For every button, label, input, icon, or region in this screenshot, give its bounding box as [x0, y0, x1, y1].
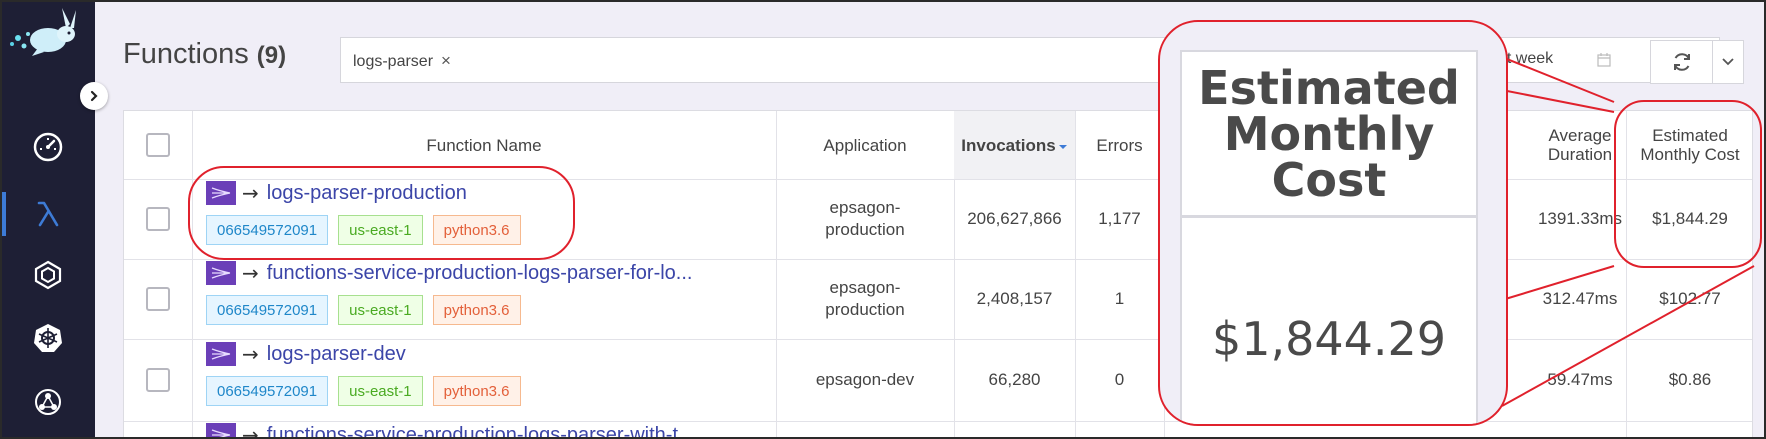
dashboard-gauge-icon[interactable]: [29, 128, 67, 166]
column-header-application[interactable]: Application: [776, 111, 954, 179]
function-tags: 066549572091 us-east-1 python3.6: [206, 295, 521, 325]
column-header-invocations-label: Invocations: [961, 135, 1056, 155]
errors-cell: 1,177: [1098, 209, 1141, 228]
function-tags: 066549572091 us-east-1 python3.6: [206, 376, 521, 406]
invocations-cell: 206,627,866: [967, 209, 1062, 228]
chevron-down-icon: [1722, 58, 1734, 66]
function-name[interactable]: functions-service-production-logs-parser…: [267, 424, 678, 438]
select-all-checkbox[interactable]: [146, 133, 170, 157]
application-cell: epsagon-production: [825, 278, 905, 319]
calendar-icon[interactable]: [1597, 52, 1611, 71]
region-tag[interactable]: us-east-1: [338, 295, 423, 325]
runtime-tag[interactable]: python3.6: [432, 376, 521, 406]
lambda-function-icon: [206, 423, 236, 437]
cost-highlight: [1614, 100, 1762, 268]
application-cell: epsagon-production: [825, 198, 905, 239]
sidebar-collapse-button[interactable]: [80, 82, 108, 110]
zoom-panel: Estimated Monthly Cost $1,844.29: [1180, 50, 1478, 424]
region-tag[interactable]: us-east-1: [338, 376, 423, 406]
function-link[interactable]: → logs-parser-dev: [206, 342, 406, 366]
lambda-icon[interactable]: [29, 195, 67, 233]
refresh-button-group: [1650, 40, 1744, 84]
average-duration-cell: 1391.33ms: [1537, 209, 1623, 228]
row-checkbox[interactable]: [146, 207, 170, 231]
errors-cell: 0: [1114, 370, 1125, 389]
function-name[interactable]: functions-service-production-logs-parser…: [267, 262, 693, 285]
hexagon-icon[interactable]: [29, 256, 67, 294]
lambda-function-icon: [206, 261, 236, 285]
average-duration-cell: 312.47ms: [1542, 289, 1618, 308]
refresh-options-dropdown[interactable]: [1713, 41, 1743, 83]
estimated-cost-cell: $0.86: [1668, 370, 1712, 389]
kubernetes-icon[interactable]: [29, 319, 67, 357]
column-header-average-duration[interactable]: Average Duration: [1534, 111, 1626, 179]
functions-table: Function Name Application Invocations Er…: [123, 110, 1753, 439]
runtime-tag[interactable]: python3.6: [432, 295, 521, 325]
row-checkbox[interactable]: [146, 368, 170, 392]
refresh-button[interactable]: [1651, 41, 1713, 83]
zoom-value: $1,844.29: [1211, 312, 1447, 366]
arrow-right-icon: →: [242, 261, 259, 285]
invocations-cell: 2,408,157: [976, 289, 1053, 308]
application-cell: epsagon-dev: [815, 370, 915, 389]
account-tag[interactable]: 066549572091: [206, 376, 329, 406]
arrow-right-icon: →: [242, 423, 259, 439]
invocations-cell: 66,280: [988, 370, 1041, 389]
refresh-icon: [1673, 53, 1690, 71]
filter-chip-label: logs-parser: [353, 53, 434, 70]
function-count: (9): [256, 42, 287, 69]
row-checkbox[interactable]: [146, 287, 170, 311]
arrow-right-icon: →: [242, 342, 259, 366]
lambda-function-icon: [206, 342, 236, 366]
tracing-icon[interactable]: [29, 383, 67, 421]
column-header-invocations[interactable]: Invocations: [954, 111, 1075, 179]
close-icon[interactable]: ×: [441, 51, 451, 70]
page-title-text: Functions: [123, 38, 249, 70]
average-duration-cell: 59.47ms: [1547, 370, 1613, 389]
function-name[interactable]: logs-parser-dev: [267, 343, 406, 366]
function-highlight: [188, 166, 575, 260]
function-link[interactable]: → functions-service-production-logs-pars…: [206, 261, 692, 285]
function-link[interactable]: → functions-service-production-logs-pars…: [206, 423, 678, 439]
estimated-cost-cell: $102.77: [1659, 289, 1721, 308]
zoom-header: Estimated Monthly Cost: [1182, 52, 1476, 218]
nav-active-indicator: [2, 192, 6, 236]
account-tag[interactable]: 066549572091: [206, 295, 329, 325]
page-title: Functions (9): [123, 38, 286, 71]
cost-zoom-callout: Estimated Monthly Cost $1,844.29: [1158, 20, 1508, 426]
rabbit-logo-icon[interactable]: [4, 4, 88, 70]
app-window: Functions (9) logs-parser × ast week Fun…: [0, 0, 1766, 439]
column-header-errors[interactable]: Errors: [1075, 111, 1164, 179]
chevron-right-icon: [90, 90, 98, 102]
sort-desc-icon: [1058, 145, 1067, 149]
sidebar: [2, 2, 95, 437]
errors-cell: 1: [1114, 289, 1125, 308]
filter-chip: logs-parser ×: [353, 51, 451, 71]
